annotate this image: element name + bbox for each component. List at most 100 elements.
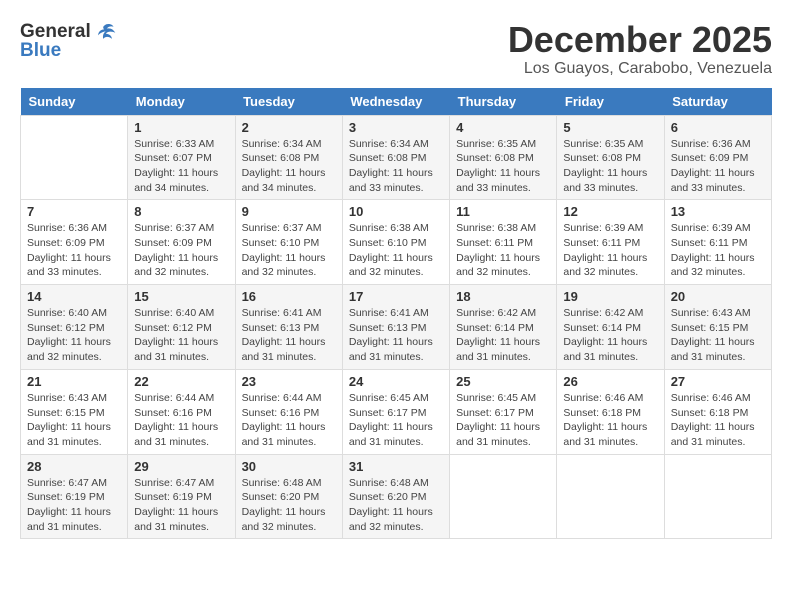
day-number: 17 xyxy=(349,289,443,304)
logo: General Blue xyxy=(20,20,117,62)
day-number: 2 xyxy=(242,120,336,135)
calendar-cell: 23Sunrise: 6:44 AM Sunset: 6:16 PM Dayli… xyxy=(235,369,342,454)
calendar-cell: 21 Sunrise: 6:43 AM Sunset: 6:15 PM Dayli… xyxy=(21,369,128,454)
day-number: 15 xyxy=(134,289,228,304)
calendar-cell: 5 Sunrise: 6:35 AM Sunset: 6:08 PM Daylig… xyxy=(557,115,664,200)
calendar-cell: 29 Sunrise: 6:47 AM Sunset: 6:19 PM Dayli… xyxy=(128,454,235,539)
calendar-cell xyxy=(21,115,128,200)
day-info: Sunrise: 6:46 AM Sunset: 6:18 PM Dayligh… xyxy=(563,391,657,450)
day-number: 21 xyxy=(27,374,121,389)
calendar-cell: 24 Sunrise: 6:45 AM Sunset: 6:17 PM Dayli… xyxy=(342,369,449,454)
day-number: 27 xyxy=(671,374,765,389)
day-info: Sunrise: 6:39 AM Sunset: 6:11 PM Dayligh… xyxy=(671,221,765,280)
day-info: Sunrise: 6:38 AM Sunset: 6:11 PM Dayligh… xyxy=(456,221,550,280)
calendar-cell: 10Sunrise: 6:38 AM Sunset: 6:10 PM Dayli… xyxy=(342,200,449,285)
calendar-week-row: 14 Sunrise: 6:40 AM Sunset: 6:12 PM Dayli… xyxy=(21,285,772,370)
day-info: Sunrise: 6:48 AM Sunset: 6:20 PM Dayligh… xyxy=(349,476,443,535)
calendar-cell: 4Sunrise: 6:35 AM Sunset: 6:08 PM Daylig… xyxy=(450,115,557,200)
calendar-cell: 1 Sunrise: 6:33 AM Sunset: 6:07 PM Daylig… xyxy=(128,115,235,200)
day-info: Sunrise: 6:34 AM Sunset: 6:08 PM Dayligh… xyxy=(349,137,443,196)
day-info: Sunrise: 6:39 AM Sunset: 6:11 PM Dayligh… xyxy=(563,221,657,280)
day-info: Sunrise: 6:40 AM Sunset: 6:12 PM Dayligh… xyxy=(134,306,228,365)
day-number: 7 xyxy=(27,204,121,219)
calendar-week-row: 7 Sunrise: 6:36 AM Sunset: 6:09 PM Daylig… xyxy=(21,200,772,285)
month-title: December 2025 xyxy=(508,20,772,60)
calendar-cell: 19 Sunrise: 6:42 AM Sunset: 6:14 PM Dayli… xyxy=(557,285,664,370)
day-info: Sunrise: 6:48 AM Sunset: 6:20 PM Dayligh… xyxy=(242,476,336,535)
day-number: 11 xyxy=(456,204,550,219)
day-number: 1 xyxy=(134,120,228,135)
calendar-cell: 7 Sunrise: 6:36 AM Sunset: 6:09 PM Daylig… xyxy=(21,200,128,285)
day-number: 16 xyxy=(242,289,336,304)
day-info: Sunrise: 6:46 AM Sunset: 6:18 PM Dayligh… xyxy=(671,391,765,450)
calendar-cell: 30Sunrise: 6:48 AM Sunset: 6:20 PM Dayli… xyxy=(235,454,342,539)
calendar-cell: 15 Sunrise: 6:40 AM Sunset: 6:12 PM Dayli… xyxy=(128,285,235,370)
day-number: 25 xyxy=(456,374,550,389)
logo-bird-icon xyxy=(93,20,117,44)
calendar-cell: 3Sunrise: 6:34 AM Sunset: 6:08 PM Daylig… xyxy=(342,115,449,200)
calendar-cell: 12Sunrise: 6:39 AM Sunset: 6:11 PM Dayli… xyxy=(557,200,664,285)
day-info: Sunrise: 6:33 AM Sunset: 6:07 PM Dayligh… xyxy=(134,137,228,196)
day-number: 9 xyxy=(242,204,336,219)
day-number: 24 xyxy=(349,374,443,389)
header-sunday: Sunday xyxy=(21,88,128,116)
calendar-cell xyxy=(450,454,557,539)
day-info: Sunrise: 6:47 AM Sunset: 6:19 PM Dayligh… xyxy=(27,476,121,535)
header-tuesday: Tuesday xyxy=(235,88,342,116)
page-header: General Blue December 2025 Los Guayos, C… xyxy=(20,20,772,78)
day-number: 20 xyxy=(671,289,765,304)
day-number: 29 xyxy=(134,459,228,474)
day-number: 26 xyxy=(563,374,657,389)
day-info: Sunrise: 6:42 AM Sunset: 6:14 PM Dayligh… xyxy=(563,306,657,365)
day-number: 31 xyxy=(349,459,443,474)
calendar-header-row: SundayMondayTuesdayWednesdayThursdayFrid… xyxy=(21,88,772,116)
calendar-cell: 9Sunrise: 6:37 AM Sunset: 6:10 PM Daylig… xyxy=(235,200,342,285)
calendar-table: SundayMondayTuesdayWednesdayThursdayFrid… xyxy=(20,88,772,540)
day-info: Sunrise: 6:44 AM Sunset: 6:16 PM Dayligh… xyxy=(134,391,228,450)
calendar-cell: 20 Sunrise: 6:43 AM Sunset: 6:15 PM Dayli… xyxy=(664,285,771,370)
day-info: Sunrise: 6:47 AM Sunset: 6:19 PM Dayligh… xyxy=(134,476,228,535)
calendar-cell: 17 Sunrise: 6:41 AM Sunset: 6:13 PM Dayli… xyxy=(342,285,449,370)
calendar-cell: 22 Sunrise: 6:44 AM Sunset: 6:16 PM Dayli… xyxy=(128,369,235,454)
day-info: Sunrise: 6:35 AM Sunset: 6:08 PM Dayligh… xyxy=(563,137,657,196)
calendar-cell: 2Sunrise: 6:34 AM Sunset: 6:08 PM Daylig… xyxy=(235,115,342,200)
calendar-cell xyxy=(557,454,664,539)
day-info: Sunrise: 6:40 AM Sunset: 6:12 PM Dayligh… xyxy=(27,306,121,365)
day-number: 18 xyxy=(456,289,550,304)
day-info: Sunrise: 6:42 AM Sunset: 6:14 PM Dayligh… xyxy=(456,306,550,365)
day-info: Sunrise: 6:36 AM Sunset: 6:09 PM Dayligh… xyxy=(671,137,765,196)
day-number: 5 xyxy=(563,120,657,135)
calendar-cell: 25 Sunrise: 6:45 AM Sunset: 6:17 PM Dayli… xyxy=(450,369,557,454)
calendar-cell: 8Sunrise: 6:37 AM Sunset: 6:09 PM Daylig… xyxy=(128,200,235,285)
day-info: Sunrise: 6:36 AM Sunset: 6:09 PM Dayligh… xyxy=(27,221,121,280)
header-saturday: Saturday xyxy=(664,88,771,116)
day-info: Sunrise: 6:45 AM Sunset: 6:17 PM Dayligh… xyxy=(349,391,443,450)
header-friday: Friday xyxy=(557,88,664,116)
calendar-cell: 16Sunrise: 6:41 AM Sunset: 6:13 PM Dayli… xyxy=(235,285,342,370)
day-number: 8 xyxy=(134,204,228,219)
day-info: Sunrise: 6:45 AM Sunset: 6:17 PM Dayligh… xyxy=(456,391,550,450)
calendar-week-row: 21 Sunrise: 6:43 AM Sunset: 6:15 PM Dayli… xyxy=(21,369,772,454)
day-number: 13 xyxy=(671,204,765,219)
day-number: 14 xyxy=(27,289,121,304)
day-info: Sunrise: 6:41 AM Sunset: 6:13 PM Dayligh… xyxy=(349,306,443,365)
day-number: 6 xyxy=(671,120,765,135)
calendar-cell: 13 Sunrise: 6:39 AM Sunset: 6:11 PM Dayli… xyxy=(664,200,771,285)
calendar-week-row: 1 Sunrise: 6:33 AM Sunset: 6:07 PM Daylig… xyxy=(21,115,772,200)
day-info: Sunrise: 6:44 AM Sunset: 6:16 PM Dayligh… xyxy=(242,391,336,450)
calendar-cell: 18 Sunrise: 6:42 AM Sunset: 6:14 PM Dayli… xyxy=(450,285,557,370)
calendar-cell: 6 Sunrise: 6:36 AM Sunset: 6:09 PM Daylig… xyxy=(664,115,771,200)
calendar-cell: 26 Sunrise: 6:46 AM Sunset: 6:18 PM Dayli… xyxy=(557,369,664,454)
header-monday: Monday xyxy=(128,88,235,116)
day-number: 22 xyxy=(134,374,228,389)
day-info: Sunrise: 6:43 AM Sunset: 6:15 PM Dayligh… xyxy=(671,306,765,365)
day-number: 19 xyxy=(563,289,657,304)
title-section: December 2025 Los Guayos, Carabobo, Vene… xyxy=(508,20,772,78)
logo-blue: Blue xyxy=(20,40,61,62)
day-number: 4 xyxy=(456,120,550,135)
calendar-cell: 31 Sunrise: 6:48 AM Sunset: 6:20 PM Dayli… xyxy=(342,454,449,539)
header-wednesday: Wednesday xyxy=(342,88,449,116)
calendar-week-row: 28Sunrise: 6:47 AM Sunset: 6:19 PM Dayli… xyxy=(21,454,772,539)
day-info: Sunrise: 6:43 AM Sunset: 6:15 PM Dayligh… xyxy=(27,391,121,450)
calendar-cell: 11 Sunrise: 6:38 AM Sunset: 6:11 PM Dayli… xyxy=(450,200,557,285)
